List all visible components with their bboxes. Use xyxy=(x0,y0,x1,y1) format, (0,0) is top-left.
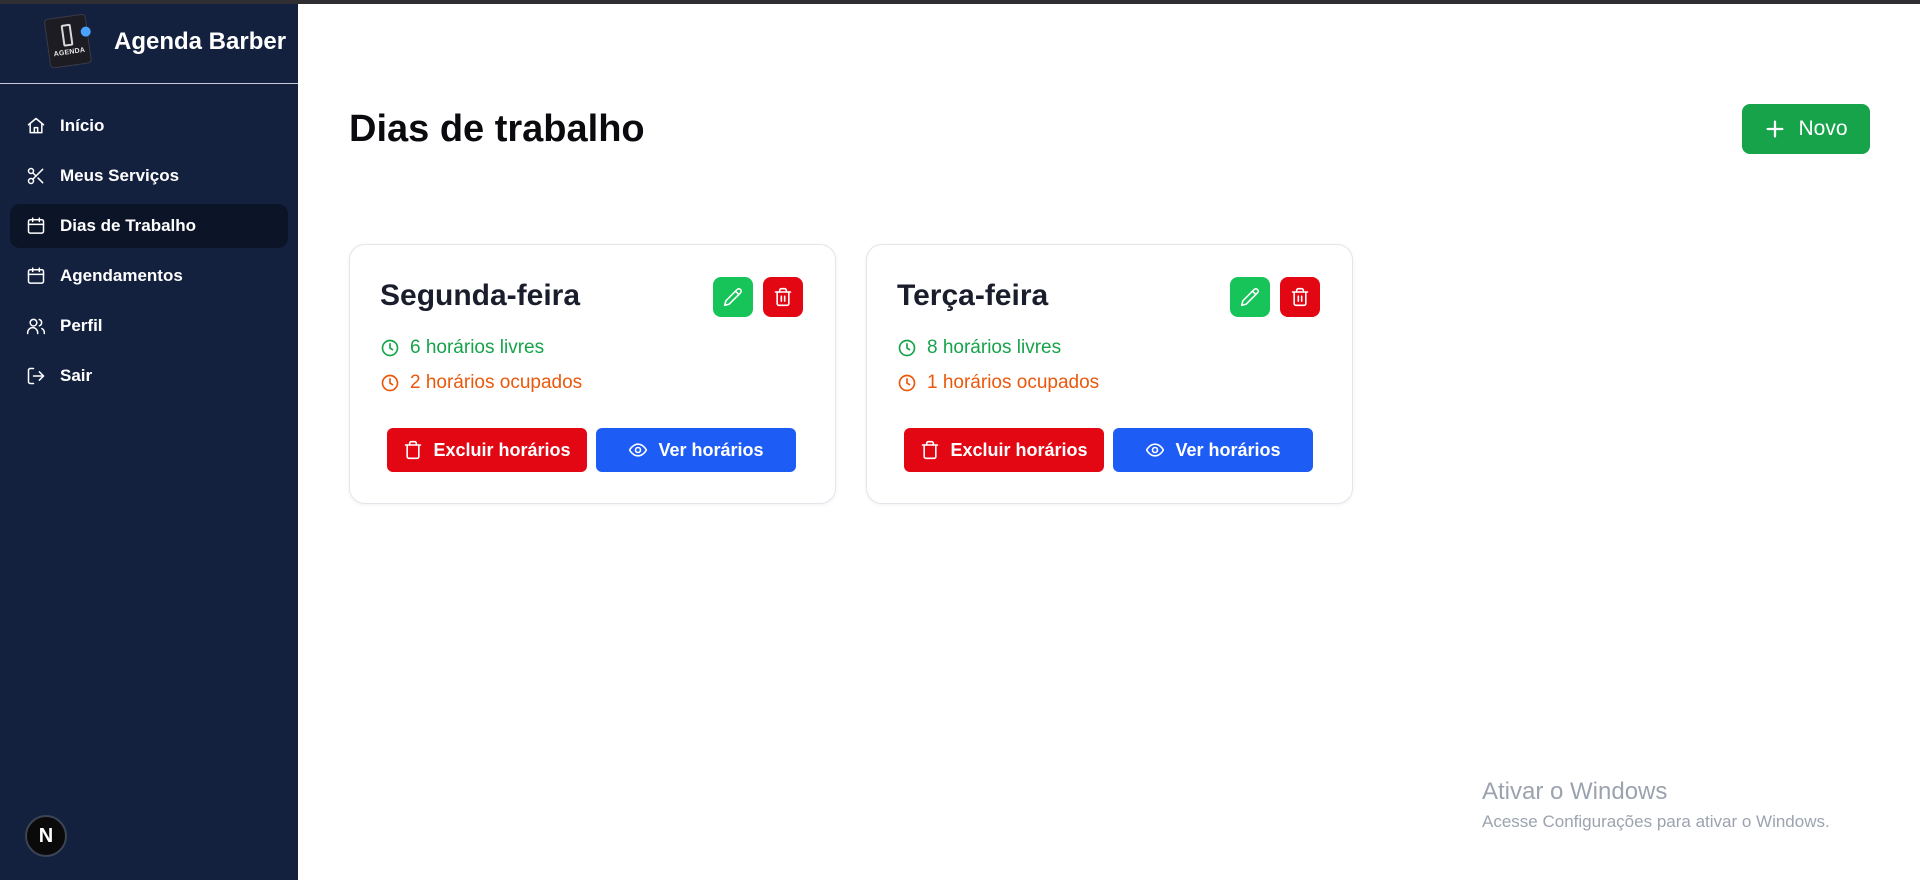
sidebar-item-meus-servicos[interactable]: Meus Serviços xyxy=(10,154,288,198)
delete-day-button[interactable] xyxy=(1280,277,1320,317)
busy-slots-text: 1 horários ocupados xyxy=(927,372,1100,393)
eye-icon xyxy=(1145,440,1165,460)
view-slots-label: Ver horários xyxy=(658,439,764,460)
sidebar-item-agendamentos[interactable]: Agendamentos xyxy=(10,254,288,298)
users-icon xyxy=(26,316,46,336)
plus-icon xyxy=(1764,118,1786,140)
clock-icon xyxy=(897,373,917,393)
trash-icon xyxy=(773,287,793,307)
pencil-icon xyxy=(1240,287,1260,307)
sidebar-item-label: Início xyxy=(60,116,105,135)
trash-icon xyxy=(920,440,940,460)
delete-slots-button[interactable]: Excluir horários xyxy=(387,428,587,472)
calendar-icon xyxy=(26,266,46,286)
view-slots-button[interactable]: Ver horários xyxy=(1113,428,1313,472)
sidebar-item-label: Sair xyxy=(60,366,93,385)
calendar-icon xyxy=(26,216,46,236)
brand-header: AGENDA Agenda Barber xyxy=(0,0,298,84)
new-button[interactable]: Novo xyxy=(1742,104,1870,154)
card-day-title: Segunda-feira xyxy=(380,279,581,312)
watermark-title: Ativar o Windows xyxy=(1482,778,1668,805)
clock-icon xyxy=(380,338,400,358)
page-title: Dias de trabalho xyxy=(349,108,645,150)
workday-card: Segunda-feira 6 horários livres 2 horári… xyxy=(349,244,836,504)
free-slots: 6 horários livres xyxy=(380,337,544,359)
sidebar-item-label: Agendamentos xyxy=(60,266,183,285)
edit-button[interactable] xyxy=(1230,277,1270,317)
busy-slots-text: 2 horários ocupados xyxy=(410,372,583,393)
free-slots: 8 horários livres xyxy=(897,337,1061,359)
busy-slots: 2 horários ocupados xyxy=(380,372,582,394)
delete-slots-button[interactable]: Excluir horários xyxy=(904,428,1104,472)
scissors-icon xyxy=(26,166,46,186)
clock-icon xyxy=(380,373,400,393)
sidebar-item-sair[interactable]: Sair xyxy=(10,354,288,398)
sidebar: AGENDA Agenda Barber Início Meus Serviço… xyxy=(0,0,298,880)
new-button-label: Novo xyxy=(1798,117,1848,140)
next-dev-badge[interactable]: N xyxy=(25,815,67,857)
pencil-icon xyxy=(723,287,743,307)
busy-slots: 1 horários ocupados xyxy=(897,372,1099,394)
window-top-border xyxy=(0,0,1920,4)
windows-activation-watermark: Ativar o Windows Acesse Configurações pa… xyxy=(1482,778,1830,832)
sidebar-item-label: Meus Serviços xyxy=(60,166,180,185)
workday-card: Terça-feira 8 horários livres 1 horários… xyxy=(866,244,1353,504)
trash-icon xyxy=(403,440,423,460)
eye-icon xyxy=(628,440,648,460)
trash-icon xyxy=(1290,287,1310,307)
sidebar-item-label: Dias de Trabalho xyxy=(60,216,197,235)
sidebar-item-dias-de-trabalho[interactable]: Dias de Trabalho xyxy=(10,204,288,248)
sidebar-nav: Início Meus Serviços Dias de Trabalho Ag… xyxy=(0,104,298,398)
clock-icon xyxy=(897,338,917,358)
edit-button[interactable] xyxy=(713,277,753,317)
delete-day-button[interactable] xyxy=(763,277,803,317)
watermark-subtitle: Acesse Configurações para ativar o Windo… xyxy=(1482,812,1830,831)
free-slots-text: 6 horários livres xyxy=(410,337,545,358)
sidebar-item-perfil[interactable]: Perfil xyxy=(10,304,288,348)
home-icon xyxy=(26,116,46,136)
free-slots-text: 8 horários livres xyxy=(927,337,1062,358)
delete-slots-label: Excluir horários xyxy=(950,439,1088,460)
sidebar-item-inicio[interactable]: Início xyxy=(10,104,288,148)
card-day-title: Terça-feira xyxy=(897,279,1049,312)
sidebar-item-label: Perfil xyxy=(60,316,103,335)
app-title: Agenda Barber xyxy=(114,27,287,55)
app-logo: AGENDA xyxy=(42,12,95,72)
logout-icon xyxy=(26,366,46,386)
view-slots-label: Ver horários xyxy=(1175,439,1281,460)
delete-slots-label: Excluir horários xyxy=(433,439,571,460)
view-slots-button[interactable]: Ver horários xyxy=(596,428,796,472)
